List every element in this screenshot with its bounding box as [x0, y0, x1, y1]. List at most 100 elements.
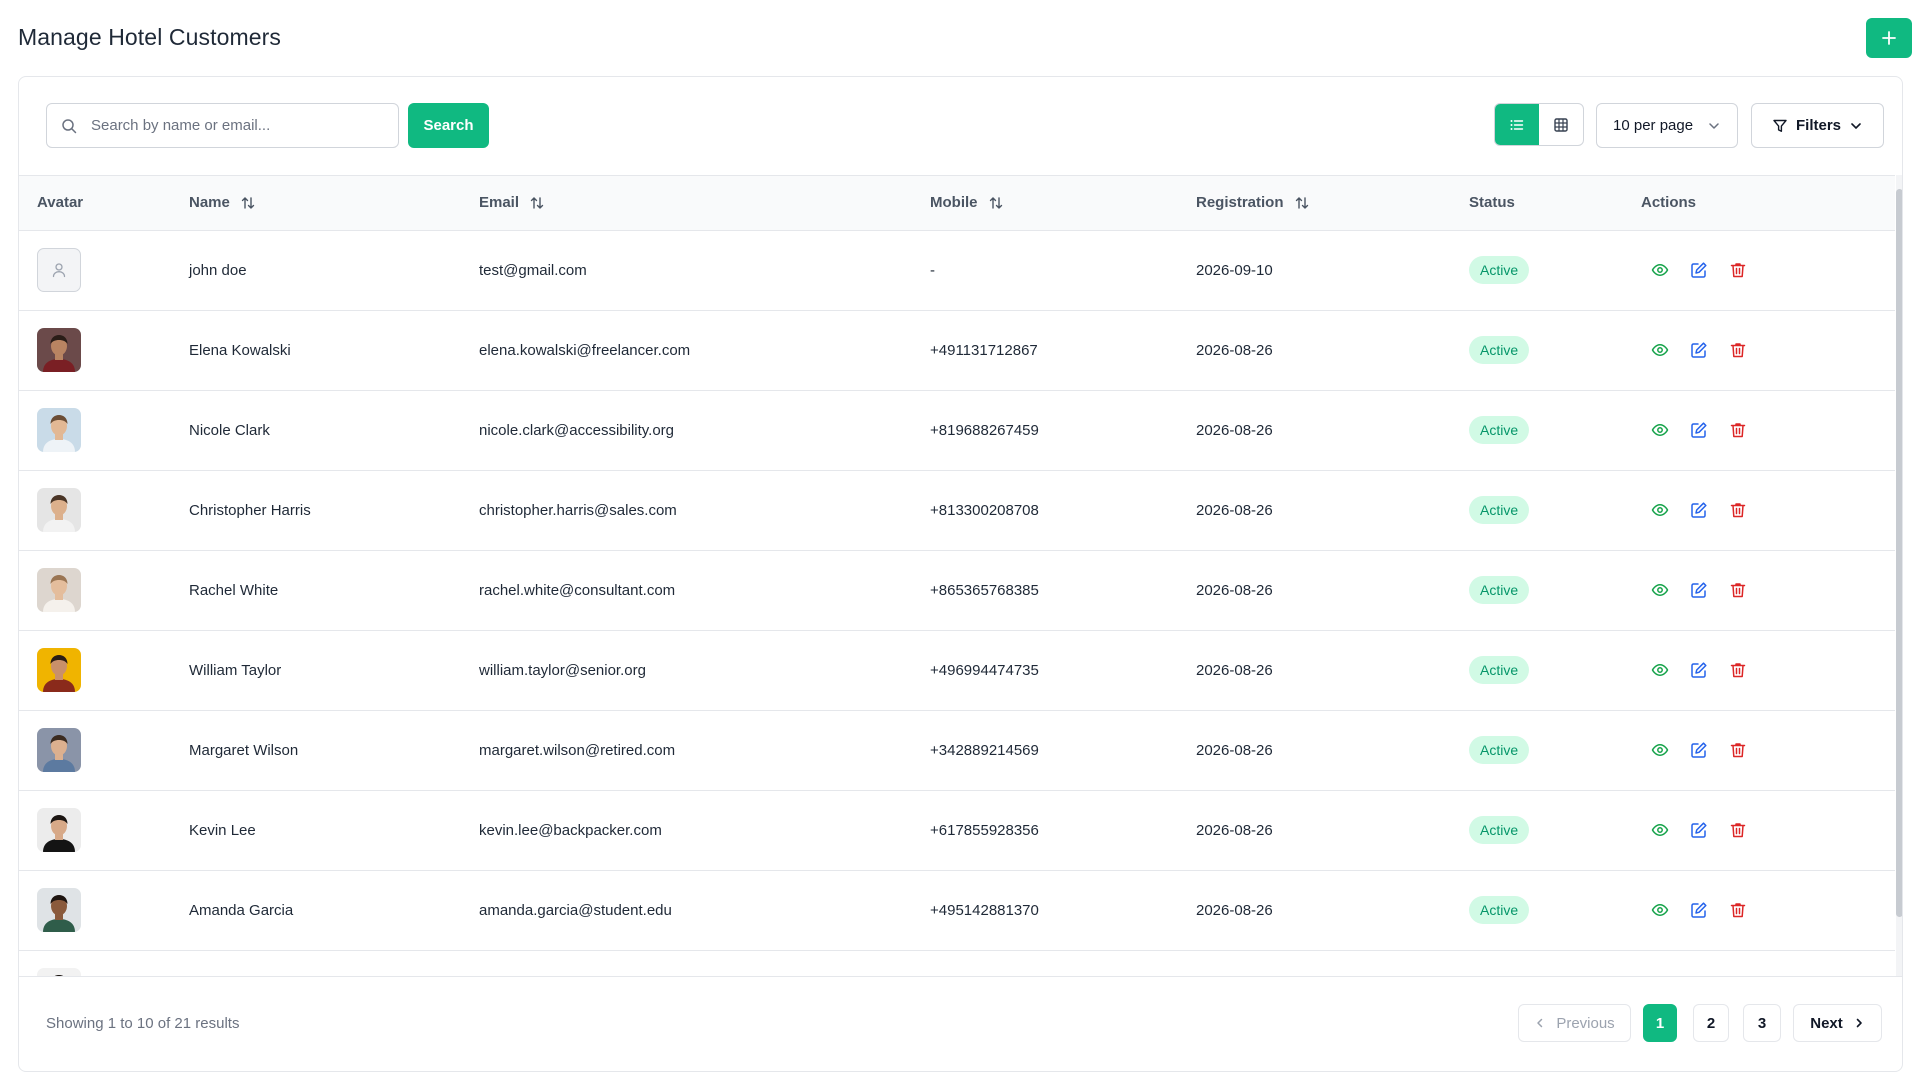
view-button[interactable]: [1649, 339, 1671, 361]
search-input[interactable]: [91, 117, 381, 134]
email-cell: [479, 950, 930, 976]
avatar-cell: [19, 630, 189, 710]
avatar: [37, 888, 81, 932]
mobile-cell: +496994474735: [930, 661, 1039, 679]
view-button[interactable]: [1649, 259, 1671, 281]
eye-icon: [1651, 504, 1669, 516]
sort-icon: [1295, 197, 1308, 209]
column-header-email[interactable]: Email: [479, 176, 930, 230]
page-button-1[interactable]: 1: [1643, 1004, 1677, 1042]
view-button[interactable]: [1649, 659, 1671, 681]
email-cell: kevin.lee@backpacker.com: [479, 821, 662, 839]
delete-button[interactable]: [1727, 259, 1749, 281]
table-row: Christopher Harris christopher.harris@sal…: [19, 470, 1895, 550]
page-button-3[interactable]: 3: [1743, 1004, 1781, 1042]
actions-cell: [1641, 470, 1895, 550]
status-badge: Active: [1469, 416, 1530, 444]
list-view-button[interactable]: [1495, 104, 1539, 145]
status-cell: Active: [1469, 710, 1641, 790]
previous-page-button[interactable]: Previous: [1518, 1004, 1631, 1042]
status-badge: Active: [1469, 496, 1530, 524]
edit-button[interactable]: [1688, 819, 1710, 841]
per-page-select[interactable]: 10 per page: [1596, 103, 1738, 148]
email-cell: nicole.clark@accessibility.org: [479, 421, 675, 439]
column-header-mobile[interactable]: Mobile: [930, 176, 1196, 230]
delete-button[interactable]: [1727, 899, 1749, 921]
view-button[interactable]: [1649, 819, 1671, 841]
avatar-cell: [19, 870, 189, 950]
delete-button[interactable]: [1727, 419, 1749, 441]
previous-label: Previous: [1556, 1014, 1615, 1032]
sort-icon: [241, 197, 255, 209]
trash-icon: [1730, 263, 1746, 278]
delete-button[interactable]: [1727, 659, 1749, 681]
search-box[interactable]: [46, 103, 399, 148]
edit-icon: [1691, 662, 1707, 678]
avatar: [37, 488, 81, 532]
trash-icon: [1730, 343, 1746, 358]
avatar-cell: [19, 550, 189, 630]
view-button[interactable]: [1649, 579, 1671, 601]
customers-table-wrap: Avatar Name Email Mobile Registration St…: [19, 175, 1895, 976]
page-title: Manage Hotel Customers: [18, 24, 281, 50]
registration-cell: 2026-08-26: [1196, 581, 1273, 599]
view-button[interactable]: [1649, 419, 1671, 441]
mobile-cell: +617855928356: [930, 821, 1039, 839]
delete-button[interactable]: [1727, 579, 1749, 601]
chevron-down-icon: [1709, 122, 1719, 129]
customers-card: Search 10 per page Filters: [18, 76, 1903, 1072]
view-button[interactable]: [1649, 739, 1671, 761]
per-page-value: 10 per page: [1613, 117, 1694, 134]
status-cell: Active: [1469, 790, 1641, 870]
registration-cell: 2026-08-26: [1196, 501, 1273, 519]
actions-cell: [1641, 950, 1895, 976]
edit-button[interactable]: [1688, 259, 1710, 281]
table-scrollbar-thumb[interactable]: [1896, 189, 1902, 917]
table-row: Amanda Garcia amanda.garcia@student.edu +4…: [19, 870, 1895, 950]
chevron-left-icon: [1537, 1018, 1543, 1028]
next-page-button[interactable]: Next: [1793, 1004, 1882, 1042]
avatar: [37, 568, 81, 612]
avatar: [37, 408, 81, 452]
edit-button[interactable]: [1688, 899, 1710, 921]
view-button[interactable]: [1649, 899, 1671, 921]
table-row: john doe test@gmail.com - 2026-09-10 Active: [19, 230, 1895, 310]
column-header-name[interactable]: Name: [189, 176, 479, 230]
edit-icon: [1691, 502, 1707, 518]
mobile-cell: +342889214569: [930, 741, 1039, 759]
add-customer-button[interactable]: [1866, 18, 1912, 58]
name-cell: Christopher Harris: [189, 501, 311, 519]
registration-cell: 2026-08-26: [1196, 901, 1273, 919]
pagination-footer: Showing 1 to 10 of 21 results Previous 1…: [19, 976, 1902, 1071]
edit-button[interactable]: [1688, 579, 1710, 601]
name-cell: john doe: [189, 261, 247, 279]
edit-button[interactable]: [1688, 659, 1710, 681]
avatar: [37, 328, 81, 372]
delete-button[interactable]: [1727, 339, 1749, 361]
filters-button[interactable]: Filters: [1751, 103, 1884, 148]
status-cell: Active: [1469, 630, 1641, 710]
search-button[interactable]: Search: [408, 103, 489, 148]
name-cell: [189, 950, 479, 976]
delete-button[interactable]: [1727, 499, 1749, 521]
table-row: [19, 950, 1895, 976]
email-cell: rachel.white@consultant.com: [479, 581, 676, 599]
edit-button[interactable]: [1688, 339, 1710, 361]
customers-table: Avatar Name Email Mobile Registration St…: [19, 176, 1895, 976]
delete-button[interactable]: [1727, 819, 1749, 841]
status-cell: Active: [1469, 470, 1641, 550]
edit-button[interactable]: [1688, 739, 1710, 761]
edit-button[interactable]: [1688, 419, 1710, 441]
table-row: Rachel White rachel.white@consultant.com +…: [19, 550, 1895, 630]
page-button-2[interactable]: 2: [1693, 1004, 1729, 1042]
mobile-cell: +865365768385: [930, 581, 1039, 599]
delete-button[interactable]: [1727, 739, 1749, 761]
edit-button[interactable]: [1688, 499, 1710, 521]
view-button[interactable]: [1649, 499, 1671, 521]
column-header-registration[interactable]: Registration: [1196, 176, 1469, 230]
edit-icon: [1691, 582, 1707, 598]
toolbar: Search 10 per page Filters: [19, 77, 1902, 175]
grid-view-button[interactable]: [1539, 104, 1583, 145]
trash-icon: [1730, 743, 1746, 758]
next-label: Next: [1810, 1014, 1843, 1032]
